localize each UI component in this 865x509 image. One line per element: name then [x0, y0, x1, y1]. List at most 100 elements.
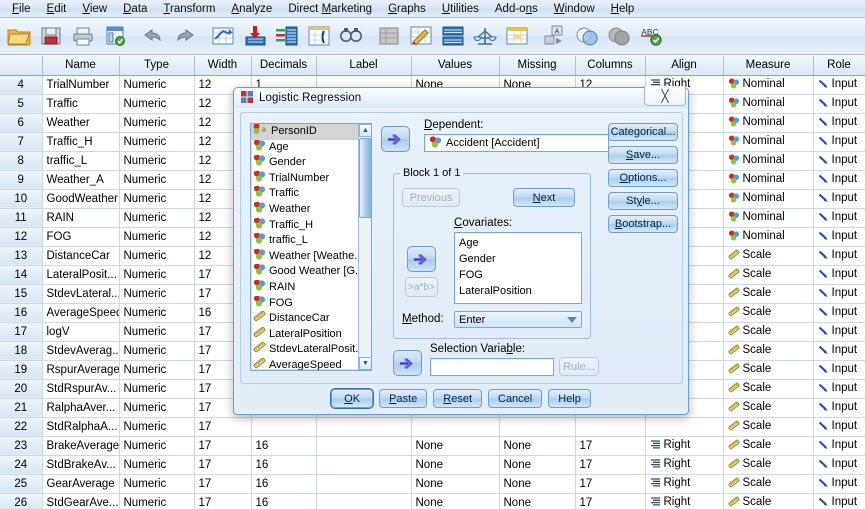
- cell-name[interactable]: TrialNumber: [42, 75, 120, 95]
- ok-button[interactable]: OK: [331, 389, 374, 408]
- cell-measure[interactable]: Nominal: [723, 75, 814, 95]
- cell-measure[interactable]: Scale: [723, 265, 814, 285]
- next-block-button[interactable]: Next: [513, 188, 575, 207]
- cell-type[interactable]: Numeric: [119, 151, 195, 171]
- cell-name[interactable]: StdRalphaA...: [42, 417, 120, 437]
- cell-type[interactable]: Numeric: [119, 322, 195, 342]
- bootstrap-button[interactable]: Bootstrap...: [608, 215, 678, 233]
- variable-list-item[interactable]: FOG: [251, 295, 358, 312]
- menu-item-transform[interactable]: Transform: [155, 1, 223, 17]
- cell-role[interactable]: Input: [813, 341, 865, 361]
- cell-role[interactable]: Input: [813, 436, 865, 456]
- run-descriptives-icon[interactable]: [304, 21, 334, 51]
- cell-decimals[interactable]: 16: [251, 436, 317, 456]
- cell-align[interactable]: Right: [645, 493, 724, 509]
- column-header-type[interactable]: Type: [119, 56, 195, 76]
- variable-list-item[interactable]: Good Weather [G...: [251, 264, 358, 280]
- cell-name[interactable]: BrakeAverage: [42, 436, 120, 456]
- menu-item-analyze[interactable]: Analyze: [223, 1, 280, 17]
- cell-measure[interactable]: Nominal: [723, 189, 814, 209]
- column-header-role[interactable]: Role: [813, 56, 865, 76]
- column-header-columns[interactable]: Columns: [575, 56, 646, 76]
- cell-measure[interactable]: Scale: [723, 455, 814, 475]
- menu-item-data[interactable]: Data: [115, 1, 155, 17]
- variable-list-scrollbar[interactable]: ▲ ▼: [358, 124, 371, 370]
- options-button[interactable]: Options...: [608, 169, 678, 187]
- row-header[interactable]: 12: [0, 227, 43, 247]
- column-header-width[interactable]: Width: [194, 56, 252, 76]
- menu-item-direct-marketing[interactable]: Direct Marketing: [280, 1, 380, 17]
- cell-role[interactable]: Input: [813, 170, 865, 190]
- cell-type[interactable]: Numeric: [119, 284, 195, 304]
- row-header[interactable]: 19: [0, 360, 43, 380]
- weight-cases-icon[interactable]: [470, 21, 500, 51]
- cell-align[interactable]: Right: [645, 436, 724, 456]
- save-button[interactable]: Save...: [608, 146, 678, 164]
- source-variable-list[interactable]: a PersonID Age Gender TrialNumber Traffic Weat…: [250, 123, 372, 371]
- cell-type[interactable]: Numeric: [119, 341, 195, 361]
- cell-role[interactable]: Input: [813, 227, 865, 247]
- cell-role[interactable]: Input: [813, 208, 865, 228]
- cell-type[interactable]: Numeric: [119, 474, 195, 494]
- cell-type[interactable]: Numeric: [119, 398, 195, 418]
- row-header[interactable]: 18: [0, 341, 43, 361]
- cell-role[interactable]: Input: [813, 284, 865, 304]
- cell-type[interactable]: Numeric: [119, 132, 195, 152]
- row-header[interactable]: 6: [0, 113, 43, 133]
- scrollbar-thumb[interactable]: [359, 138, 371, 218]
- column-header-missing[interactable]: Missing: [499, 56, 576, 76]
- column-header-label[interactable]: Label: [316, 56, 412, 76]
- row-header[interactable]: 17: [0, 322, 43, 342]
- variable-list-item[interactable]: DistanceCar: [251, 311, 358, 327]
- column-header-measure[interactable]: Measure: [723, 56, 814, 76]
- cell-decimals[interactable]: 16: [251, 493, 317, 509]
- style-button[interactable]: St y le...: [608, 192, 678, 210]
- method-select[interactable]: Enter: [454, 311, 582, 328]
- cell-type[interactable]: Numeric: [119, 75, 195, 95]
- variable-list-item[interactable]: Age: [251, 139, 358, 156]
- variable-list-item[interactable]: StdevLateralPosit...: [251, 342, 358, 358]
- row-header[interactable]: 7: [0, 132, 43, 152]
- table-row[interactable]: 25 GearAverage Numeric 17 16 None None 17 Right S…: [0, 474, 865, 494]
- table-row[interactable]: 24 StdBrakeAv... Numeric 17 16 None None 17 Righ…: [0, 455, 865, 475]
- menu-item-help[interactable]: Help: [603, 1, 643, 17]
- cell-role[interactable]: Input: [813, 493, 865, 509]
- cell-name[interactable]: traffic_L: [42, 151, 120, 171]
- cell-width[interactable]: 17: [194, 474, 252, 494]
- cell-name[interactable]: StdRspurAv...: [42, 379, 120, 399]
- cell-columns[interactable]: 17: [575, 455, 646, 475]
- variable-list-item[interactable]: AverageSpeed: [251, 357, 358, 370]
- cell-role[interactable]: Input: [813, 360, 865, 380]
- menu-item-graphs[interactable]: Graphs: [380, 1, 434, 17]
- row-header[interactable]: 15: [0, 284, 43, 304]
- cell-name[interactable]: Traffic: [42, 94, 120, 114]
- cell-name[interactable]: GearAverage: [42, 474, 120, 494]
- variables-icon[interactable]: [272, 21, 302, 51]
- cell-type[interactable]: Numeric: [119, 303, 195, 323]
- cell-role[interactable]: Input: [813, 398, 865, 418]
- cell-measure[interactable]: Scale: [723, 379, 814, 399]
- save-icon[interactable]: [36, 21, 66, 51]
- table-row[interactable]: 26 StdGearAve... Numeric 17 16 None None 17 Righ…: [0, 493, 865, 509]
- cell-name[interactable]: Weather: [42, 113, 120, 133]
- cell-role[interactable]: Input: [813, 189, 865, 209]
- cell-name[interactable]: GoodWeather: [42, 189, 120, 209]
- cell-width[interactable]: 17: [194, 436, 252, 456]
- cell-role[interactable]: Input: [813, 113, 865, 133]
- row-header[interactable]: 25: [0, 474, 43, 494]
- cell-columns[interactable]: 17: [575, 493, 646, 509]
- row-header[interactable]: 4: [0, 75, 43, 95]
- cell-type[interactable]: Numeric: [119, 94, 195, 114]
- cell-role[interactable]: Input: [813, 265, 865, 285]
- cell-type[interactable]: Numeric: [119, 246, 195, 266]
- cell-name[interactable]: RAIN: [42, 208, 120, 228]
- undo-icon[interactable]: [138, 21, 168, 51]
- variable-list-item[interactable]: Weather: [251, 201, 358, 218]
- dialog-title-bar[interactable]: Logistic Regression ╳: [234, 86, 688, 108]
- cell-type[interactable]: Numeric: [119, 417, 195, 437]
- column-header-decimals[interactable]: Decimals: [251, 56, 317, 76]
- covariate-item[interactable]: Age: [459, 235, 581, 251]
- cell-align[interactable]: [645, 417, 724, 437]
- cell-values[interactable]: None: [411, 474, 500, 494]
- categorical-button[interactable]: Cate g orical...: [608, 123, 678, 141]
